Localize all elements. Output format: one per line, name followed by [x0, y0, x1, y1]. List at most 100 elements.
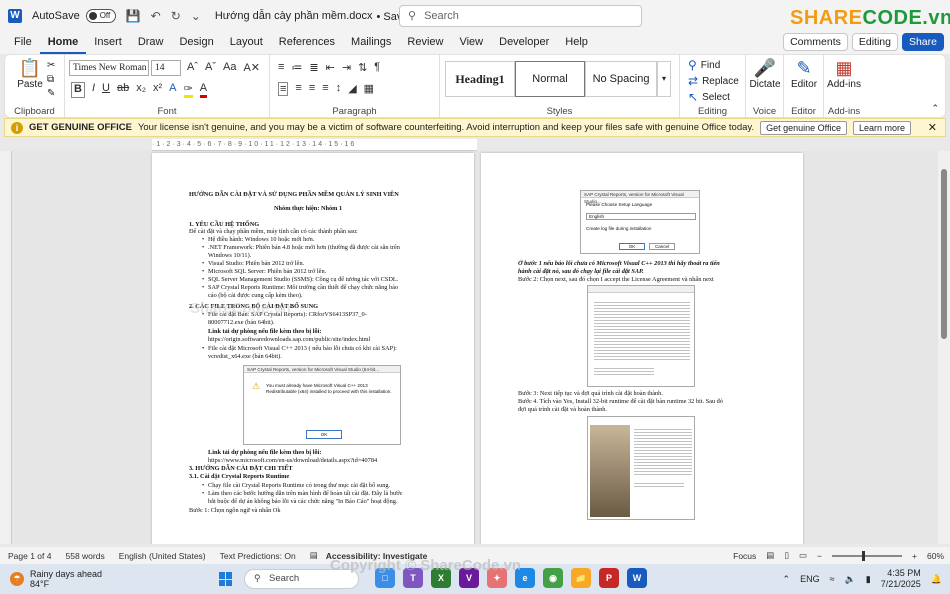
justify-icon[interactable]: ≡ [322, 82, 328, 96]
italic-icon[interactable]: I [92, 82, 95, 98]
volume-icon[interactable]: 🔈 [845, 574, 856, 585]
increase-indent-icon[interactable]: ⇥ [342, 61, 351, 74]
tab-references[interactable]: References [271, 32, 343, 54]
tray-chevron-icon[interactable]: ⌃ [783, 574, 791, 585]
styles-more-icon[interactable]: ▾ [657, 61, 671, 97]
scrollbar-thumb[interactable] [941, 169, 947, 339]
document-canvas[interactable]: HƯỚNG DẪN CÀI ĐẶT VÀ SỬ DỤNG PHẦN MỀM QU… [12, 151, 938, 544]
wifi-icon[interactable]: ≈ [830, 574, 835, 584]
link2-url[interactable]: https://www.microsoft.com/en-us/download… [208, 457, 377, 465]
text-effects-icon[interactable]: A [169, 82, 176, 98]
align-left-icon[interactable]: ≡ [278, 82, 289, 96]
page-2[interactable]: SAP Crystal Reports, version for Microso… [481, 153, 803, 544]
addins-button[interactable]: ▦ Add-ins [826, 59, 862, 90]
borders-icon[interactable]: ▦ [364, 82, 374, 96]
taskbar-search[interactable]: ⚲ Search [244, 569, 359, 589]
web-layout-icon[interactable]: ▭ [799, 551, 807, 560]
cut-icon[interactable]: ✂ [47, 61, 55, 71]
autosave-toggle[interactable]: Off [85, 9, 116, 23]
search-box[interactable]: ⚲ Search [399, 5, 642, 27]
tab-design[interactable]: Design [171, 32, 221, 54]
tab-file[interactable]: File [6, 32, 40, 54]
zoom-in-icon[interactable]: + [912, 551, 917, 561]
find-button[interactable]: ⚲ Find [688, 59, 720, 71]
redo-icon[interactable]: ↻ [171, 10, 181, 22]
select-button[interactable]: ↖ Select [688, 91, 730, 103]
horizontal-ruler[interactable]: ·1·2·3·4·5·6·7·8·9·10·11·12·13·14·15·16 [152, 139, 477, 151]
bold-icon[interactable]: B [71, 82, 85, 98]
page-count[interactable]: Page 1 of 4 [8, 551, 51, 561]
align-center-icon[interactable]: ≡ [295, 82, 301, 96]
style-heading1[interactable]: Heading1 [445, 61, 515, 97]
undo-icon[interactable]: ↶ [151, 10, 161, 22]
style-normal[interactable]: Normal [515, 61, 585, 97]
copy-icon[interactable]: ⧉ [47, 75, 54, 85]
change-case-icon[interactable]: Aa [223, 61, 236, 74]
file-explorer-icon[interactable]: 📁 [571, 568, 591, 588]
language-indicator[interactable]: ENG [800, 574, 820, 584]
track-changes-icon[interactable]: ▤ [310, 551, 318, 560]
text-predictions[interactable]: Text Predictions: On [220, 551, 296, 561]
comments-button[interactable]: Comments [783, 33, 848, 51]
tab-home[interactable]: Home [39, 32, 87, 54]
tab-layout[interactable]: Layout [222, 32, 271, 54]
strikethrough-icon[interactable]: ab [117, 82, 129, 98]
windows-start-icon[interactable] [219, 572, 233, 586]
tab-view[interactable]: View [451, 32, 491, 54]
zoom-out-icon[interactable]: − [817, 551, 822, 561]
sort-icon[interactable]: ⇅ [358, 61, 367, 74]
share-button[interactable]: Share [901, 33, 944, 51]
language-status[interactable]: English (United States) [119, 551, 206, 561]
read-mode-icon[interactable]: ▤ [766, 551, 774, 560]
zoom-slider[interactable] [832, 550, 903, 561]
notification-bell-icon[interactable]: 🔔 [931, 574, 942, 585]
page-1[interactable]: HƯỚNG DẪN CÀI ĐẶT VÀ SỬ DỤNG PHẦN MỀM QU… [152, 153, 474, 544]
weather-widget[interactable]: ☂ Rainy days ahead 84°F [10, 569, 102, 589]
tab-insert[interactable]: Insert [86, 32, 130, 54]
superscript-icon[interactable]: x² [153, 82, 162, 98]
close-icon[interactable]: ✕ [928, 121, 937, 134]
tab-mailings[interactable]: Mailings [343, 32, 399, 54]
focus-button[interactable]: Focus [733, 551, 756, 561]
battery-icon[interactable]: ▮ [866, 574, 871, 585]
dictate-button[interactable]: 🎤 Dictate [748, 59, 782, 90]
underline-icon[interactable]: U [102, 82, 110, 98]
shrink-font-icon[interactable]: Aˇ [205, 61, 216, 74]
subscript-icon[interactable]: x₂ [136, 82, 146, 98]
vertical-scrollbar[interactable] [938, 151, 950, 544]
excel-icon[interactable]: X [431, 568, 451, 588]
highlight-icon[interactable]: ✑ [183, 82, 193, 98]
edge-icon[interactable]: e [515, 568, 535, 588]
font-color-icon[interactable]: A [199, 82, 208, 98]
line-spacing-icon[interactable]: ↕ [336, 82, 342, 96]
replace-button[interactable]: ⇄ Replace [688, 75, 739, 87]
show-marks-icon[interactable]: ¶ [374, 61, 380, 74]
format-painter-icon[interactable]: ✎ [47, 89, 55, 99]
numbering-icon[interactable]: ≔ [291, 61, 302, 74]
word-count[interactable]: 558 words [65, 551, 104, 561]
powerpoint-icon[interactable]: P [599, 568, 619, 588]
word-taskbar-icon[interactable]: W [627, 568, 647, 588]
print-layout-icon[interactable]: ▯ [784, 551, 789, 560]
grow-font-icon[interactable]: Aˆ [187, 61, 198, 74]
style-no-spacing[interactable]: No Spacing [585, 61, 657, 97]
vertical-ruler[interactable] [0, 151, 12, 544]
clear-format-icon[interactable]: A✕ [243, 61, 260, 74]
font-size-box[interactable]: 14 [151, 60, 181, 76]
tab-help[interactable]: Help [557, 32, 596, 54]
decrease-indent-icon[interactable]: ⇤ [326, 61, 335, 74]
chrome-icon[interactable]: ◉ [543, 568, 563, 588]
font-name-box[interactable]: Times New Roman [69, 60, 149, 76]
tab-developer[interactable]: Developer [491, 32, 557, 54]
align-right-icon[interactable]: ≡ [309, 82, 315, 96]
editing-mode-button[interactable]: Editing [851, 33, 898, 51]
collapse-ribbon-icon[interactable]: ⌃ [931, 104, 939, 113]
multilevel-list-icon[interactable]: ≣ [309, 61, 318, 74]
learn-more-button[interactable]: Learn more [853, 120, 912, 135]
task-view-icon[interactable]: □ [375, 568, 395, 588]
get-genuine-button[interactable]: Get genuine Office [760, 120, 847, 135]
bullets-icon[interactable]: ≡ [278, 61, 284, 74]
customize-toolbar-icon[interactable]: ⌄ [191, 10, 201, 22]
visual-studio-icon[interactable]: V [459, 568, 479, 588]
shading-icon[interactable]: ◢ [348, 82, 356, 96]
